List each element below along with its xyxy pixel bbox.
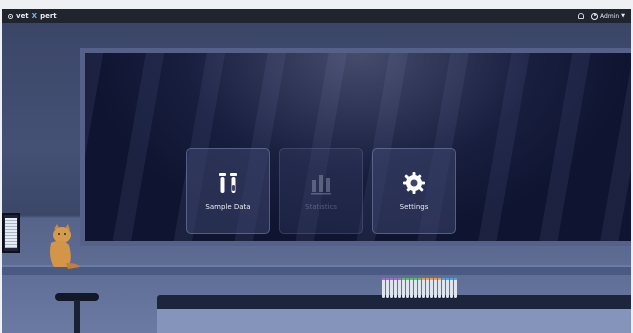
app-frame: vet Xpert Admin ▼ Sample Data Statistics…	[2, 9, 631, 333]
chevron-down-icon: ▼	[621, 13, 625, 19]
statistics-tile[interactable]: Statistics	[279, 148, 363, 234]
lab-counter	[157, 309, 631, 333]
top-bar: vet Xpert Admin ▼	[2, 9, 631, 23]
notifications-icon[interactable]	[578, 13, 585, 19]
test-tubes-icon	[219, 173, 237, 193]
user-name: Admin	[600, 12, 620, 20]
test-tube-rack	[382, 278, 457, 298]
tube	[394, 278, 397, 298]
tube	[382, 278, 385, 298]
logo-text-suffix: pert	[40, 12, 57, 20]
tube	[442, 278, 445, 298]
tube	[430, 278, 433, 298]
logo-text-x: X	[31, 12, 38, 20]
user-icon	[591, 12, 599, 20]
cat-illustration	[50, 224, 80, 269]
tube	[414, 278, 417, 298]
tube	[386, 278, 389, 298]
logo-icon	[8, 13, 13, 19]
top-bar-actions: Admin ▼	[578, 12, 625, 20]
tube	[446, 278, 449, 298]
tube	[398, 278, 401, 298]
tube	[426, 278, 429, 298]
logo-text-prefix: vet	[16, 12, 29, 20]
tube	[390, 278, 393, 298]
statistics-label: Statistics	[305, 203, 337, 211]
tube	[450, 278, 453, 298]
logo[interactable]: vet Xpert	[8, 12, 57, 20]
gear-icon	[403, 172, 425, 194]
tube	[438, 278, 441, 298]
wall-shelf	[2, 265, 631, 275]
sample-data-tile[interactable]: Sample Data	[186, 148, 270, 234]
tube	[402, 278, 405, 298]
tube	[454, 278, 457, 298]
monitor-illustration	[2, 213, 20, 253]
tube	[434, 278, 437, 298]
tube	[418, 278, 421, 298]
sample-data-label: Sample Data	[205, 203, 251, 211]
settings-label: Settings	[399, 203, 429, 211]
tube	[410, 278, 413, 298]
settings-tile[interactable]: Settings	[372, 148, 456, 234]
user-menu[interactable]: Admin ▼	[591, 12, 625, 20]
tube	[422, 278, 425, 298]
tube	[406, 278, 409, 298]
bar-chart-icon	[311, 175, 331, 195]
stool-leg	[74, 300, 80, 333]
